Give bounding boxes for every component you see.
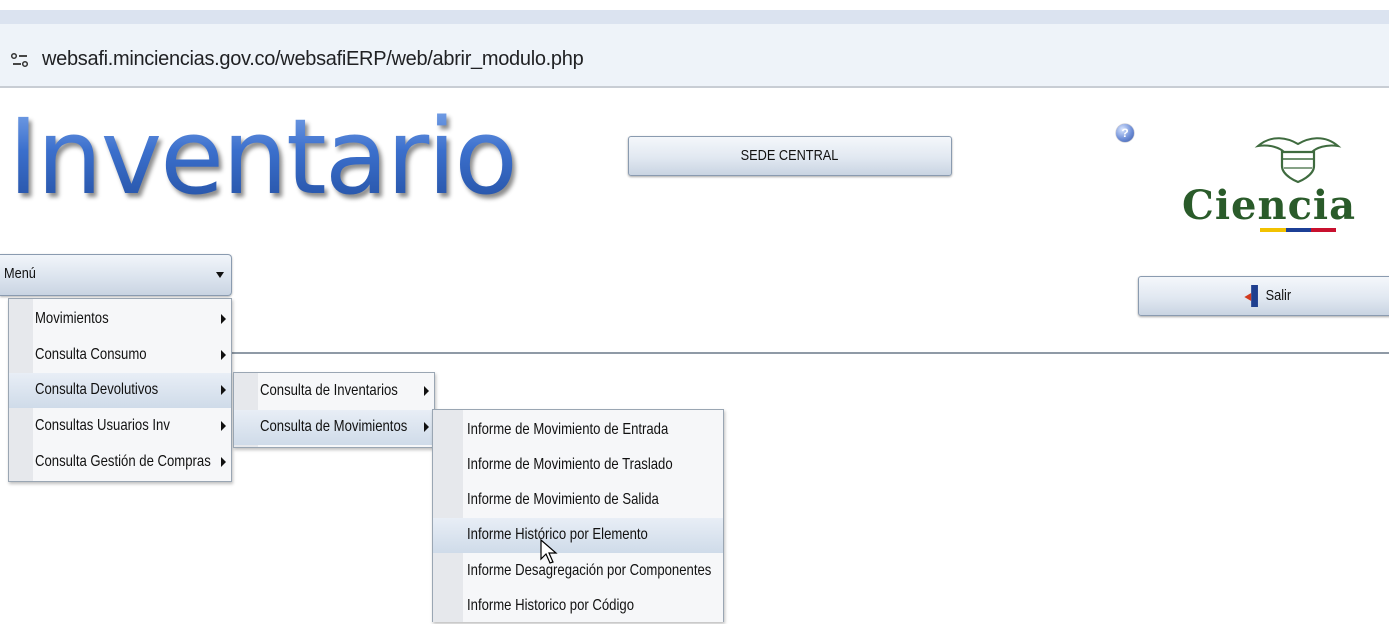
menu-item-label: Consulta Consumo (35, 346, 147, 363)
main-menu-list: Movimientos Consulta Consumo Consulta De… (8, 298, 232, 482)
chevron-right-icon (221, 314, 226, 324)
report-item-label: Informe de Movimiento de Traslado (467, 456, 673, 473)
report-item-label: Informe de Movimiento de Salida (467, 491, 659, 508)
window-top-strip (0, 0, 1389, 10)
submenu-item-label: Consulta de Movimientos (260, 418, 408, 435)
chevron-right-icon (424, 422, 429, 432)
menu-item-consulta-consumo[interactable]: Consulta Consumo (9, 338, 231, 373)
chevron-right-icon (221, 457, 226, 467)
report-item-movimiento-salida[interactable]: Informe de Movimiento de Salida (433, 483, 723, 518)
browser-tab-bar (0, 10, 1389, 24)
chevron-right-icon (221, 421, 226, 431)
menu-dropdown-label: Menú (4, 265, 36, 282)
exit-door-icon (1244, 285, 1259, 308)
submenu-item-consulta-movimientos[interactable]: Consulta de Movimientos (234, 410, 434, 445)
submenu-item-label: Consulta de Inventarios (260, 382, 398, 399)
menu-item-consulta-gestion-compras[interactable]: Consulta Gestión de Compras (9, 445, 231, 480)
report-item-movimiento-entrada[interactable]: Informe de Movimiento de Entrada (433, 413, 723, 448)
menu-dropdown[interactable]: Menú (0, 254, 232, 296)
sede-button-label: SEDE CENTRAL (741, 147, 839, 164)
address-bar[interactable]: websafi.minciencias.gov.co/websafiERP/we… (0, 24, 1389, 88)
menu-item-label: Movimientos (35, 310, 109, 327)
flag-color-bar (1260, 228, 1336, 232)
report-item-movimiento-traslado[interactable]: Informe de Movimiento de Traslado (433, 448, 723, 483)
salir-button[interactable]: Salir (1138, 276, 1389, 316)
report-item-label: Informe Desagregación por Componentes (467, 562, 712, 579)
menu-item-label: Consultas Usuarios Inv (35, 417, 170, 434)
report-item-historico-elemento[interactable]: Informe Histórico por Elemento (433, 518, 723, 553)
menu-item-consultas-usuarios-inv[interactable]: Consultas Usuarios Inv (9, 409, 231, 444)
report-item-label: Informe Historico por Código (467, 597, 634, 614)
submenu-item-consulta-inventarios[interactable]: Consulta de Inventarios (234, 374, 434, 409)
menu-item-consulta-devolutivos[interactable]: Consulta Devolutivos (9, 373, 231, 408)
chevron-right-icon (221, 385, 226, 395)
ministry-logo: Ciencia (1178, 120, 1389, 250)
help-icon[interactable]: ? (1116, 124, 1134, 142)
report-item-label: Informe de Movimiento de Entrada (467, 421, 669, 438)
report-item-historico-codigo[interactable]: Informe Historico por Código (433, 589, 723, 624)
menu-item-label: Consulta Devolutivos (35, 381, 159, 398)
report-item-desagregacion-componentes[interactable]: Informe Desagregación por Componentes (433, 554, 723, 589)
salir-button-label: Salir (1265, 287, 1292, 304)
app-title: Inventario (8, 92, 518, 222)
chevron-down-icon (216, 272, 224, 278)
submenu-consulta-devolutivos: Consulta de Inventarios Consulta de Movi… (233, 372, 435, 448)
logo-text: Ciencia (1182, 182, 1357, 229)
site-info-icon[interactable] (10, 51, 30, 71)
coat-of-arms-icon (1254, 137, 1342, 184)
sede-central-button[interactable]: SEDE CENTRAL (628, 136, 952, 176)
chevron-right-icon (221, 350, 226, 360)
menu-item-movimientos[interactable]: Movimientos (9, 302, 231, 337)
url-text[interactable]: websafi.minciencias.gov.co/websafiERP/we… (42, 48, 584, 71)
menu-item-label: Consulta Gestión de Compras (35, 453, 211, 470)
chevron-right-icon (424, 386, 429, 396)
header-divider (230, 352, 1389, 354)
submenu-consulta-movimientos: Informe de Movimiento de Entrada Informe… (432, 409, 724, 622)
